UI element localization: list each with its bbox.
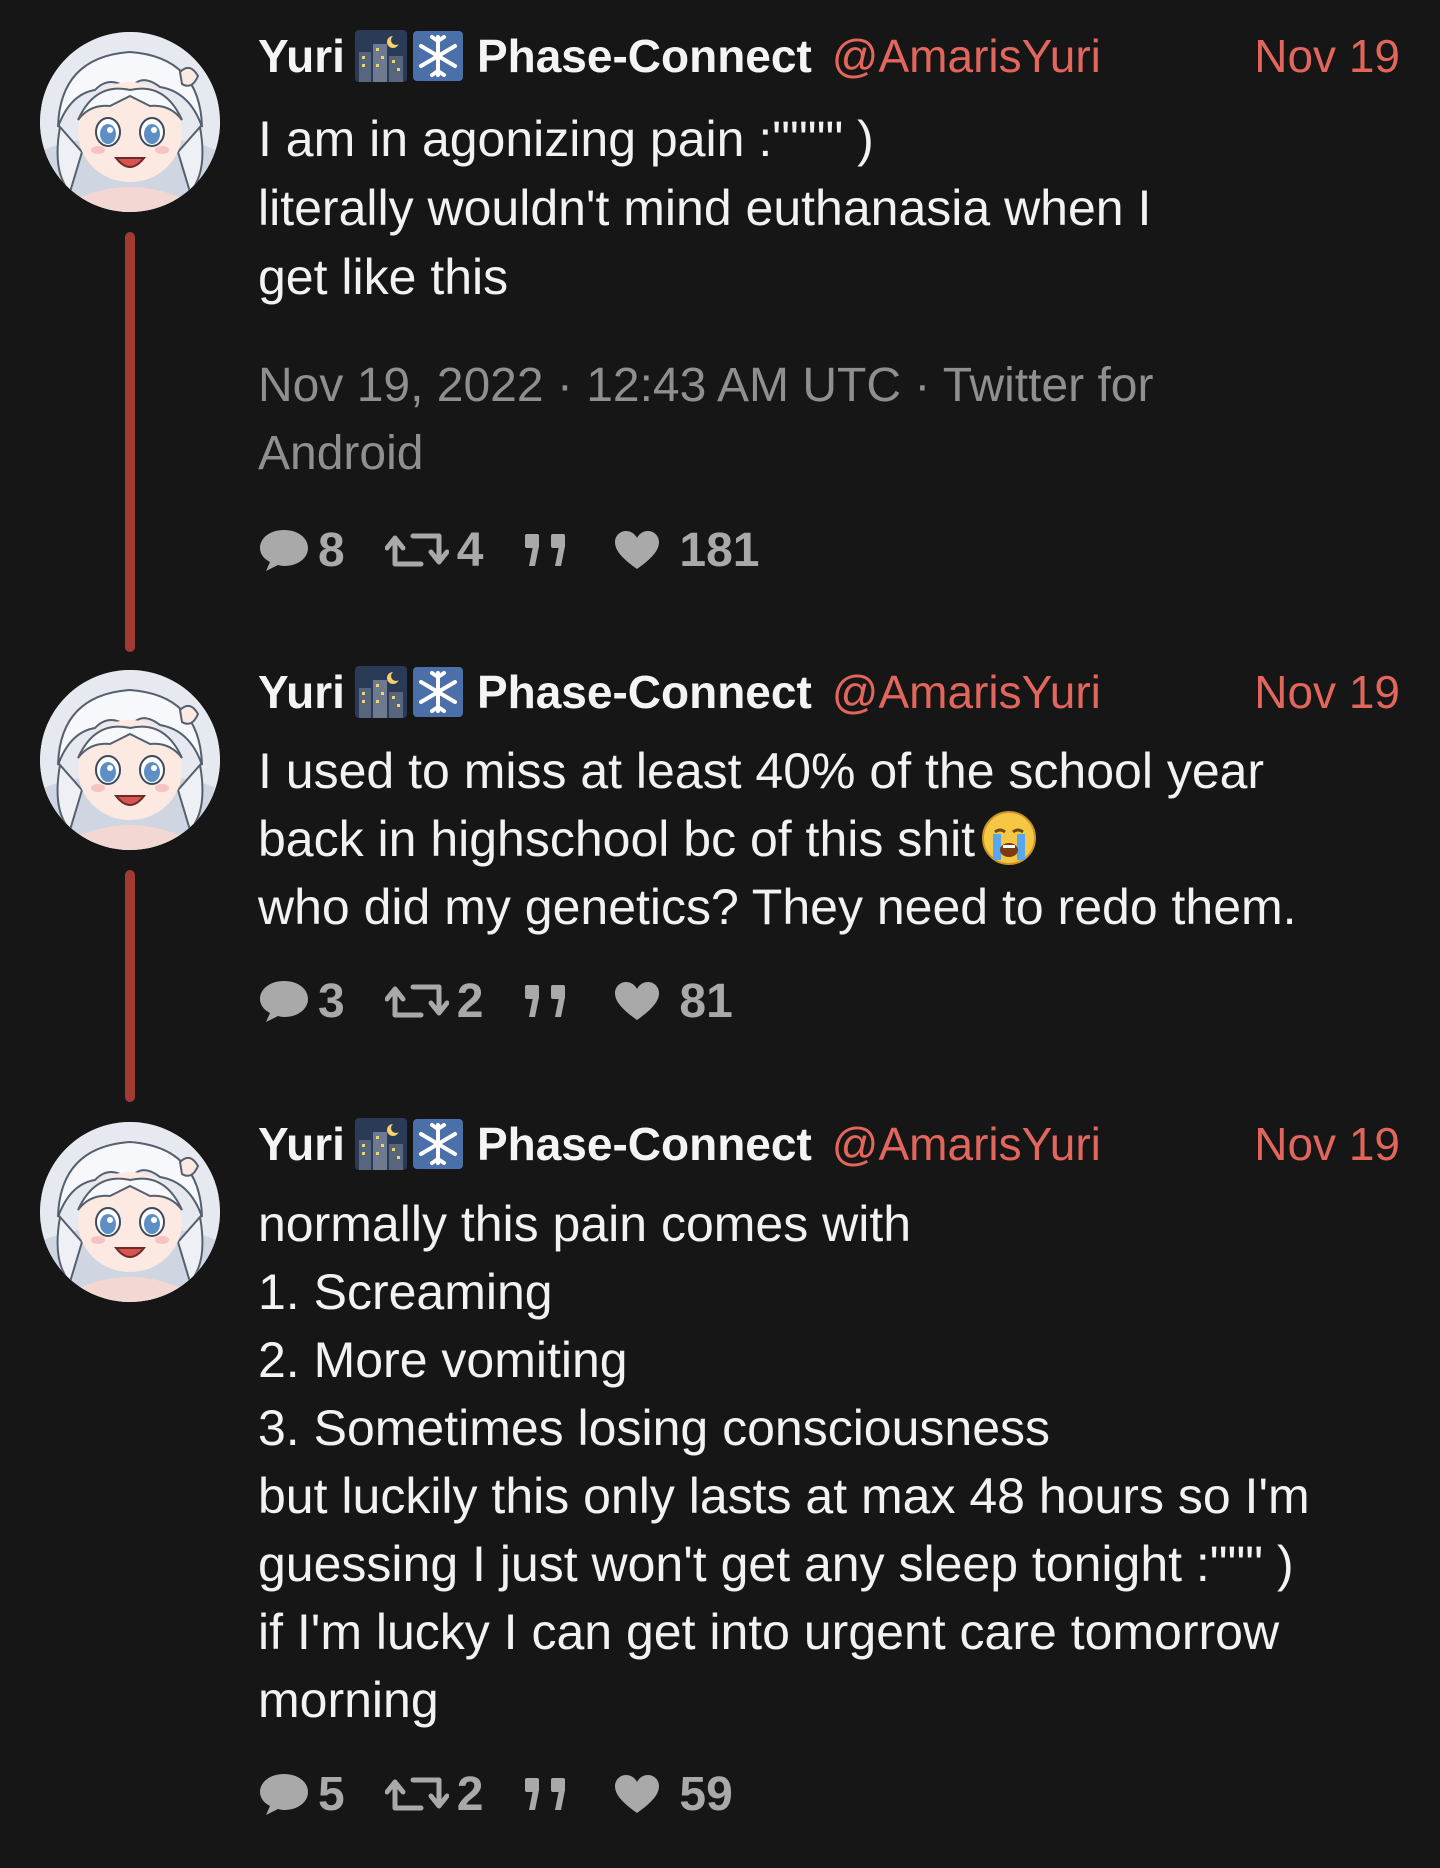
tweet-stats: 3 2 81 xyxy=(258,971,733,1031)
tweet-text: normally this pain comes with 1. Screami… xyxy=(258,1190,1398,1734)
user-handle[interactable]: @AmarisYuri xyxy=(832,665,1101,719)
reply-button[interactable]: 8 xyxy=(258,523,345,578)
retweet-icon xyxy=(385,1774,449,1814)
tweet-text-line: morning xyxy=(258,1672,439,1728)
quote-icon xyxy=(523,532,569,568)
retweet-button[interactable]: 2 xyxy=(385,974,484,1029)
night-city-icon xyxy=(355,666,407,718)
night-city-icon xyxy=(355,30,407,82)
tweet-text-line: back in highschool bc of this shit xyxy=(258,805,1398,873)
tweet-header: Yuri Phase-Connect @AmarisYuri Nov 19 xyxy=(258,1114,1400,1174)
retweet-count: 2 xyxy=(456,974,484,1028)
retweet-count: 4 xyxy=(456,523,484,577)
reply-count: 8 xyxy=(318,523,345,577)
heart-icon xyxy=(613,1773,661,1815)
retweet-icon xyxy=(385,530,449,570)
reply-count: 5 xyxy=(318,1767,345,1821)
quote-icon xyxy=(523,983,569,1019)
quote-button[interactable] xyxy=(523,532,569,568)
thread-line xyxy=(125,870,135,1102)
tweet-date[interactable]: Nov 19 xyxy=(1254,1117,1400,1171)
loudly-crying-face-icon xyxy=(981,810,1037,866)
tweet-header: Yuri Phase-Connect @AmarisYuri Nov 19 xyxy=(258,662,1400,722)
heart-icon xyxy=(613,980,661,1022)
tweet-date[interactable]: Nov 19 xyxy=(1254,665,1400,719)
retweet-count: 2 xyxy=(456,1767,484,1821)
comment-icon xyxy=(258,979,310,1023)
tweet-text-line: normally this pain comes with xyxy=(258,1196,912,1252)
tweet-date[interactable]: Nov 19 xyxy=(1254,29,1400,83)
retweet-icon xyxy=(385,981,449,1021)
tweet-text-line: guessing I just won't get any sleep toni… xyxy=(258,1536,1294,1592)
quote-icon xyxy=(523,1776,569,1812)
comment-icon xyxy=(258,1772,310,1816)
tweet-text-line: 2. More vomiting xyxy=(258,1332,628,1388)
tweet-timestamp[interactable]: Nov 19, 2022 · 12:43 AM UTC · Twitter fo… xyxy=(258,352,1258,488)
retweet-button[interactable]: 4 xyxy=(385,523,484,578)
tweet-text-line: 3. Sometimes losing consciousness xyxy=(258,1400,1051,1456)
like-count: 181 xyxy=(679,523,760,577)
tweet-text-line: but luckily this only lasts at max 48 ho… xyxy=(258,1468,1310,1524)
like-count: 59 xyxy=(679,1767,733,1821)
tweet-text: I used to miss at least 40% of the schoo… xyxy=(258,737,1398,941)
tweet-text-fragment: back in highschool bc of this shit xyxy=(258,811,976,867)
display-name-suffix[interactable]: Phase-Connect xyxy=(477,665,812,719)
night-city-icon xyxy=(355,1118,407,1170)
quote-button[interactable] xyxy=(523,1776,569,1812)
tweet-text-line: get like this xyxy=(258,249,509,305)
tweet-header: Yuri Phase-Connect @AmarisYuri Nov 19 xyxy=(258,26,1400,86)
tweet-text-line: I used to miss at least 40% of the schoo… xyxy=(258,743,1265,799)
display-name[interactable]: Yuri xyxy=(258,29,345,83)
like-button[interactable]: 81 xyxy=(613,974,733,1029)
like-button[interactable]: 59 xyxy=(613,1767,733,1822)
display-name[interactable]: Yuri xyxy=(258,665,345,719)
display-name-suffix[interactable]: Phase-Connect xyxy=(477,1117,812,1171)
like-button[interactable]: 181 xyxy=(613,523,760,578)
snowflake-icon xyxy=(413,667,463,717)
tweet-text-line: I am in agonizing pain :"""" ) xyxy=(258,111,874,167)
retweet-button[interactable]: 2 xyxy=(385,1767,484,1822)
reply-count: 3 xyxy=(318,974,345,1028)
display-name[interactable]: Yuri xyxy=(258,1117,345,1171)
user-handle[interactable]: @AmarisYuri xyxy=(832,29,1101,83)
tweet-text: I am in agonizing pain :"""" ) literally… xyxy=(258,105,1398,312)
thread-line xyxy=(125,232,135,652)
quote-button[interactable] xyxy=(523,983,569,1019)
display-name-suffix[interactable]: Phase-Connect xyxy=(477,29,812,83)
reply-button[interactable]: 3 xyxy=(258,974,345,1029)
snowflake-icon xyxy=(413,31,463,81)
tweet-text-line: literally wouldn't mind euthanasia when … xyxy=(258,180,1152,236)
tweet-stats: 8 4 181 xyxy=(258,520,760,580)
tweet-text-line: who did my genetics? They need to redo t… xyxy=(258,879,1297,935)
snowflake-icon xyxy=(413,1119,463,1169)
comment-icon xyxy=(258,528,310,572)
tweet-text-line: 1. Screaming xyxy=(258,1264,553,1320)
like-count: 81 xyxy=(679,974,733,1028)
user-handle[interactable]: @AmarisYuri xyxy=(832,1117,1101,1171)
avatar[interactable] xyxy=(40,32,220,212)
tweet-timestamp-line: Nov 19, 2022 · 12:43 AM UTC · Twitter fo… xyxy=(258,359,1154,412)
tweet-text-line: if I'm lucky I can get into urgent care … xyxy=(258,1604,1280,1660)
tweet-stats: 5 2 59 xyxy=(258,1764,733,1824)
avatar[interactable] xyxy=(40,1122,220,1302)
reply-button[interactable]: 5 xyxy=(258,1767,345,1822)
tweet-timestamp-line: Android xyxy=(258,427,424,480)
heart-icon xyxy=(613,529,661,571)
avatar[interactable] xyxy=(40,670,220,850)
